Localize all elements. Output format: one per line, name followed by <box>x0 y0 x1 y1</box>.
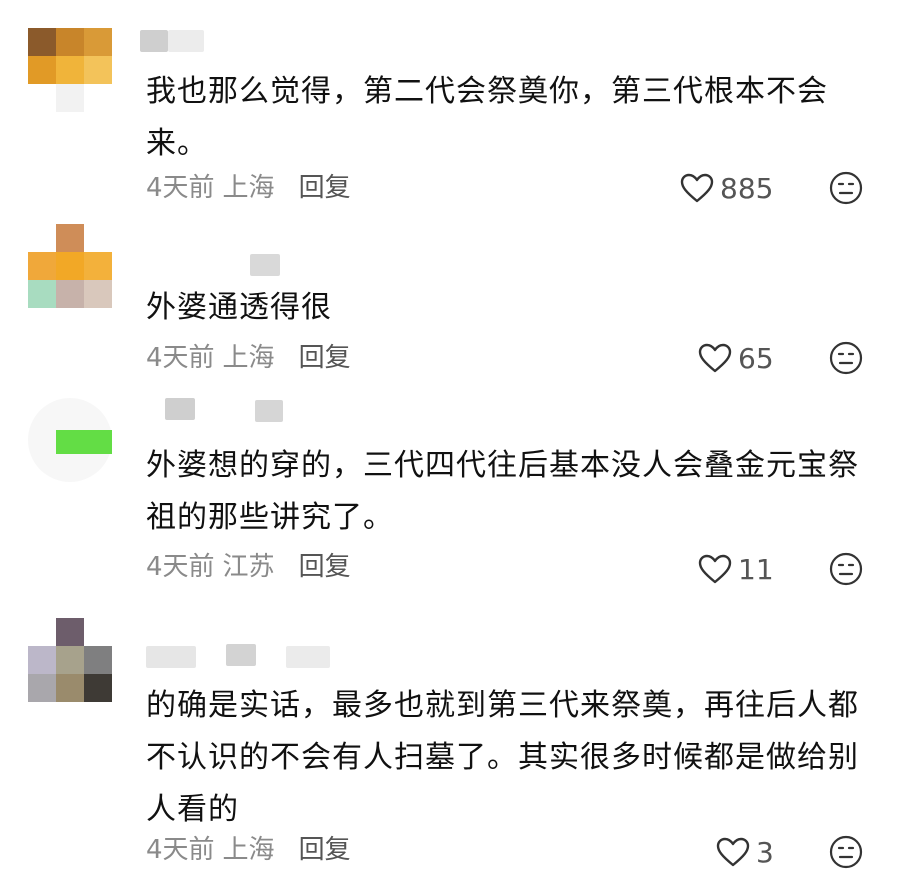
username[interactable] <box>165 398 285 422</box>
comment-time: 4天前 <box>146 173 215 203</box>
heart-icon <box>698 554 732 584</box>
like-button[interactable]: 885 <box>680 168 773 208</box>
comment-item: 外婆通透得很 4天前 上海 回复 65 <box>0 220 900 390</box>
comment-time: 4天前 <box>146 835 215 865</box>
like-count: 65 <box>738 341 774 375</box>
comment-text: 我也那么觉得，第二代会祭奠你，第三代根本不会来。 <box>146 74 828 161</box>
username[interactable] <box>146 644 346 668</box>
heart-icon <box>680 173 714 203</box>
reply-button[interactable]: 回复 <box>299 835 351 865</box>
face-icon[interactable] <box>829 835 863 869</box>
avatar[interactable] <box>28 618 112 702</box>
comment-meta: 4天前 上海 回复 <box>146 168 359 208</box>
avatar[interactable] <box>28 28 112 112</box>
like-button[interactable]: 11 <box>698 549 774 589</box>
face-icon[interactable] <box>829 171 863 205</box>
like-button[interactable]: 3 <box>716 832 774 872</box>
comment-item: 外婆想的穿的，三代四代往后基本没人会叠金元宝祭祖的那些讲究了。 4天前 江苏 回复 … <box>0 390 900 610</box>
avatar[interactable] <box>28 398 112 482</box>
reply-button[interactable]: 回复 <box>299 343 351 373</box>
like-count: 885 <box>720 171 774 205</box>
comment-text: 外婆想的穿的，三代四代往后基本没人会叠金元宝祭祖的那些讲究了。 <box>146 448 859 535</box>
like-count: 11 <box>738 552 774 586</box>
comment-text: 外婆通透得很 <box>146 290 332 325</box>
username[interactable] <box>140 30 210 52</box>
reply-button[interactable]: 回复 <box>299 552 351 582</box>
comment-meta: 4天前 江苏 回复 <box>146 547 359 587</box>
comment-time: 4天前 <box>146 552 215 582</box>
heart-icon <box>698 343 732 373</box>
comment-location: 上海 <box>222 173 275 203</box>
comment-text: 的确是实话，最多也就到第三代来祭奠，再往后人都不认识的不会有人扫墓了。其实很多时… <box>146 688 859 827</box>
comment-time: 4天前 <box>146 343 215 373</box>
face-icon[interactable] <box>829 341 863 375</box>
username[interactable] <box>250 254 290 276</box>
comment-meta: 4天前 上海 回复 <box>146 830 359 870</box>
reply-button[interactable]: 回复 <box>299 173 351 203</box>
comment-meta: 4天前 上海 回复 <box>146 338 359 378</box>
comment-item: 的确是实话，最多也就到第三代来祭奠，再往后人都不认识的不会有人扫墓了。其实很多时… <box>0 610 900 874</box>
comment-location: 江苏 <box>222 552 275 582</box>
face-icon[interactable] <box>829 552 863 586</box>
comment-location: 上海 <box>222 835 275 865</box>
comment-location: 上海 <box>222 343 275 373</box>
avatar[interactable] <box>28 224 112 308</box>
comment-item: 我也那么觉得，第二代会祭奠你，第三代根本不会来。 4天前 上海 回复 885 <box>0 0 900 220</box>
like-button[interactable]: 65 <box>698 338 774 378</box>
heart-icon <box>716 837 750 867</box>
like-count: 3 <box>756 835 774 869</box>
